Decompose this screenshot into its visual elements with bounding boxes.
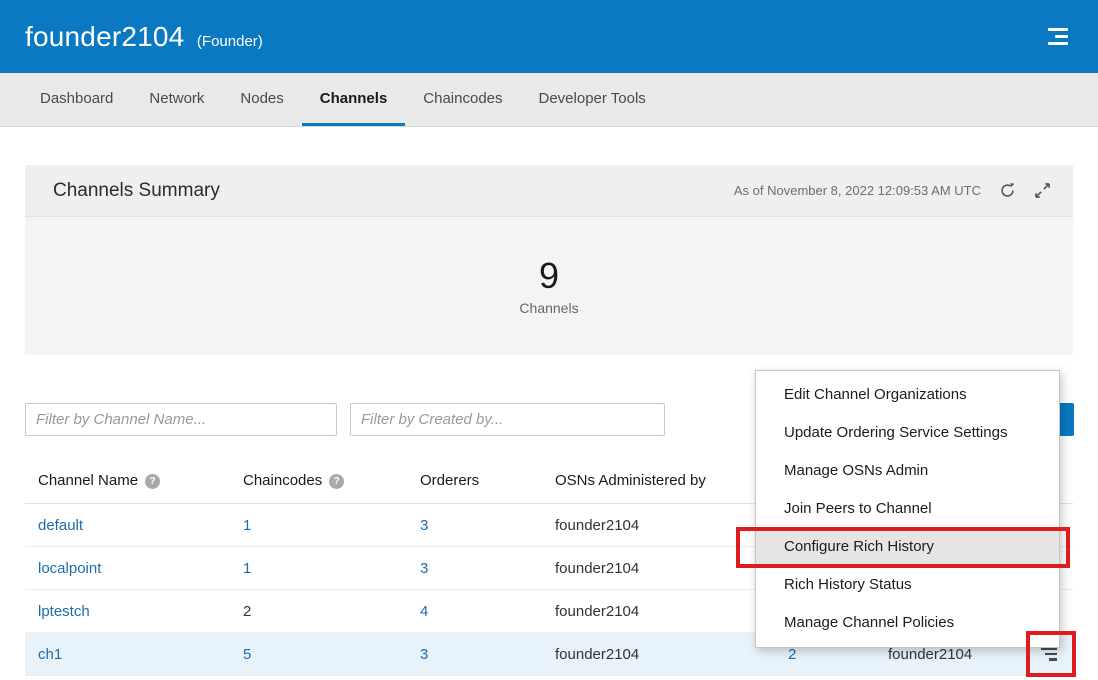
column-label: Chaincodes xyxy=(243,472,322,489)
page-title: founder2104 (Founder) xyxy=(25,21,263,53)
chaincodes-count: 2 xyxy=(243,603,251,620)
channels-summary-panel: Channels Summary As of November 8, 2022 … xyxy=(25,165,1073,355)
panel-title: Channels Summary xyxy=(53,180,220,202)
channel-link[interactable]: ch1 xyxy=(38,646,62,663)
osns-value: founder2104 xyxy=(555,646,639,663)
header-menu-icon[interactable] xyxy=(1048,24,1068,49)
osns-value: founder2104 xyxy=(555,517,639,534)
channel-link[interactable]: localpoint xyxy=(38,560,101,577)
osns-value: founder2104 xyxy=(555,603,639,620)
peers-count-link[interactable]: 2 xyxy=(788,646,796,663)
help-icon[interactable]: ? xyxy=(145,474,160,489)
filter-channel-name-input[interactable] xyxy=(25,403,337,436)
row-actions-context-menu: Edit Channel Organizations Update Orderi… xyxy=(755,370,1060,648)
tab-bar: Dashboard Network Nodes Channels Chainco… xyxy=(0,73,1098,127)
column-label: Channel Name xyxy=(38,472,138,489)
panel-meta: As of November 8, 2022 12:09:53 AM UTC xyxy=(734,182,1051,200)
as-of-timestamp: As of November 8, 2022 12:09:53 AM UTC xyxy=(734,183,981,198)
menu-item-manage-osns-admin[interactable]: Manage OSNs Admin xyxy=(756,452,1059,490)
column-chaincodes: Chaincodes? xyxy=(230,472,407,489)
column-orderers: Orderers xyxy=(407,472,542,489)
tab-chaincodes[interactable]: Chaincodes xyxy=(405,73,520,126)
tab-channels[interactable]: Channels xyxy=(302,73,406,126)
app-header: founder2104 (Founder) xyxy=(0,0,1098,73)
channel-link[interactable]: default xyxy=(38,517,83,534)
column-label: Orderers xyxy=(420,472,479,489)
menu-item-update-ordering-service-settings[interactable]: Update Ordering Service Settings xyxy=(756,414,1059,452)
column-osns-administered-by: OSNs Administered by xyxy=(542,472,775,489)
orderers-count-link[interactable]: 3 xyxy=(420,517,428,534)
orderers-count-link[interactable]: 3 xyxy=(420,560,428,577)
column-channel-name: Channel Name? xyxy=(25,472,230,489)
column-label: OSNs Administered by xyxy=(555,472,706,489)
panel-header: Channels Summary As of November 8, 2022 … xyxy=(25,165,1073,217)
instance-name: founder2104 xyxy=(25,21,184,52)
osns-value: founder2104 xyxy=(555,560,639,577)
channel-link[interactable]: lptestch xyxy=(38,603,90,620)
channels-count-label: Channels xyxy=(519,300,578,316)
menu-item-join-peers-to-channel[interactable]: Join Peers to Channel xyxy=(756,490,1059,528)
menu-item-edit-channel-organizations[interactable]: Edit Channel Organizations xyxy=(756,376,1059,414)
help-icon[interactable]: ? xyxy=(329,474,344,489)
menu-item-rich-history-status[interactable]: Rich History Status xyxy=(756,566,1059,604)
instance-role: (Founder) xyxy=(197,33,263,50)
chaincodes-count-link[interactable]: 1 xyxy=(243,517,251,534)
orderers-count-link[interactable]: 4 xyxy=(420,603,428,620)
refresh-icon[interactable] xyxy=(998,182,1016,200)
channels-count: 9 xyxy=(539,256,559,296)
tab-developer-tools[interactable]: Developer Tools xyxy=(521,73,664,126)
tab-network[interactable]: Network xyxy=(131,73,222,126)
menu-item-configure-rich-history[interactable]: Configure Rich History xyxy=(756,528,1059,566)
tab-nodes[interactable]: Nodes xyxy=(222,73,301,126)
filter-created-by-input[interactable] xyxy=(350,403,665,436)
orderers-count-link[interactable]: 3 xyxy=(420,646,428,663)
created-by-value: founder2104 xyxy=(888,646,972,663)
tab-dashboard[interactable]: Dashboard xyxy=(22,73,131,126)
panel-body: 9 Channels xyxy=(25,217,1073,355)
chaincodes-count-link[interactable]: 5 xyxy=(243,646,251,663)
chaincodes-count-link[interactable]: 1 xyxy=(243,560,251,577)
collapse-icon[interactable] xyxy=(1033,182,1051,200)
menu-item-manage-channel-policies[interactable]: Manage Channel Policies xyxy=(756,604,1059,642)
